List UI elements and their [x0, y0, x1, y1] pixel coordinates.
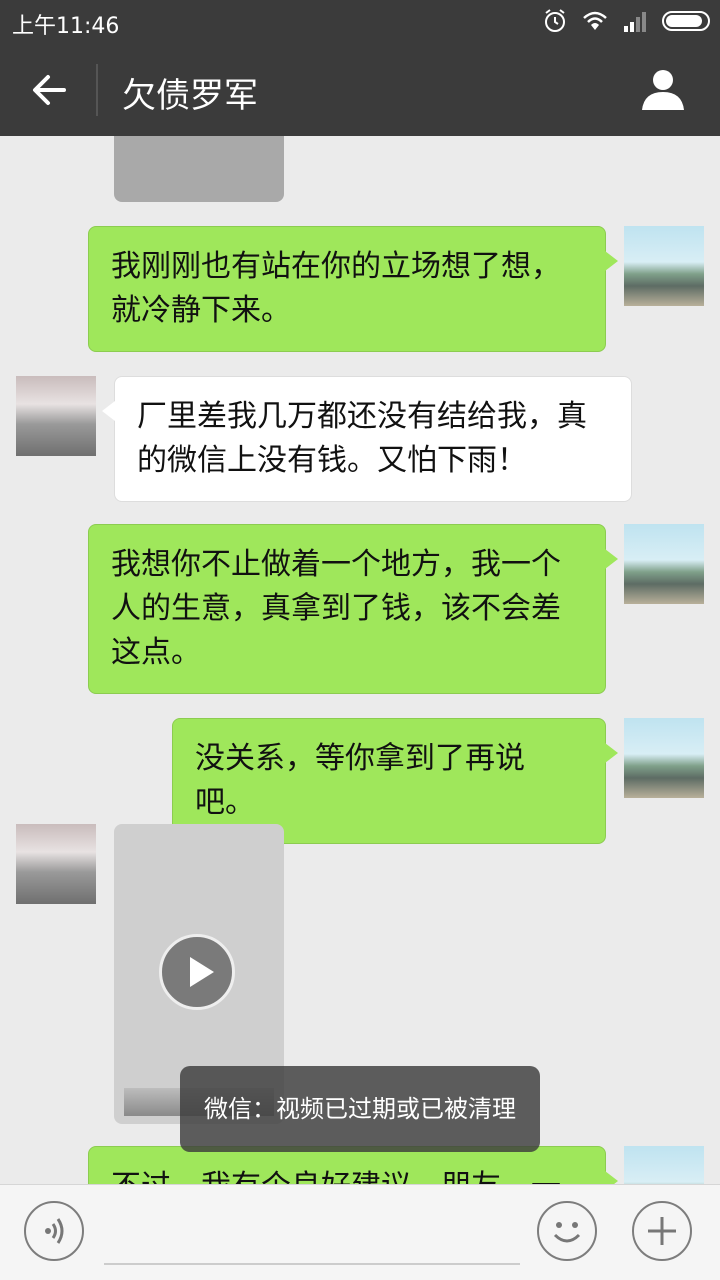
toast-notification: 微信：视频已过期或已被清理 [180, 1066, 540, 1152]
avatar[interactable] [624, 1146, 704, 1184]
voice-button[interactable] [24, 1201, 84, 1261]
signal-icon [624, 12, 646, 32]
voice-icon [45, 1218, 64, 1244]
avatar[interactable] [624, 226, 704, 306]
message-text: 厂里差我几万都还没有结给我，真的微信上没有钱。又怕下雨！ [137, 399, 587, 478]
message-bubble-theirs[interactable]: 厂里差我几万都还没有结给我，真的微信上没有钱。又怕下雨！ [102, 376, 632, 502]
avatar[interactable] [624, 524, 704, 604]
header-divider [96, 64, 98, 116]
battery-icon [662, 11, 710, 31]
emoji-icon [553, 1222, 581, 1243]
message-bubble-mine[interactable]: 我想你不止做着一个地方，我一个人的生意，真拿到了钱，该不会差这点。 [88, 524, 618, 694]
status-time: 上午11:46 [12, 14, 120, 39]
emoji-button[interactable] [537, 1201, 597, 1261]
message-text: 不过，我有个良好建议，朋友，一定 [111, 1169, 561, 1184]
avatar[interactable] [624, 718, 704, 798]
chat-area[interactable]: 我刚刚也有站在你的立场想了想，就冷静下来。 厂里差我几万都还没有结给我，真的微信… [0, 136, 720, 1184]
input-bar [0, 1184, 720, 1280]
message-input[interactable] [104, 1263, 520, 1265]
message-text: 没关系，等你拿到了再说吧。 [195, 741, 525, 820]
message-text: 我想你不止做着一个地方，我一个人的生意，真拿到了钱，该不会差这点。 [111, 547, 561, 670]
status-icons [542, 6, 710, 36]
plus-icon [648, 1217, 676, 1245]
chat-title: 欠债罗军 [122, 76, 258, 116]
avatar[interactable] [16, 824, 96, 904]
wifi-icon [583, 11, 607, 30]
message-text: 我刚刚也有站在你的立场想了想，就冷静下来。 [111, 249, 561, 328]
more-button[interactable] [632, 1201, 692, 1261]
back-arrow-icon[interactable] [28, 68, 72, 112]
status-bar: 上午11:46 [0, 0, 720, 44]
chat-header: 欠债罗军 [0, 44, 720, 136]
avatar[interactable] [16, 376, 96, 456]
image-message-partial[interactable] [114, 136, 284, 202]
play-icon[interactable] [159, 934, 235, 1010]
alarm-icon [545, 9, 565, 32]
message-bubble-mine[interactable]: 我刚刚也有站在你的立场想了想，就冷静下来。 [88, 226, 618, 352]
profile-icon[interactable] [640, 66, 686, 112]
